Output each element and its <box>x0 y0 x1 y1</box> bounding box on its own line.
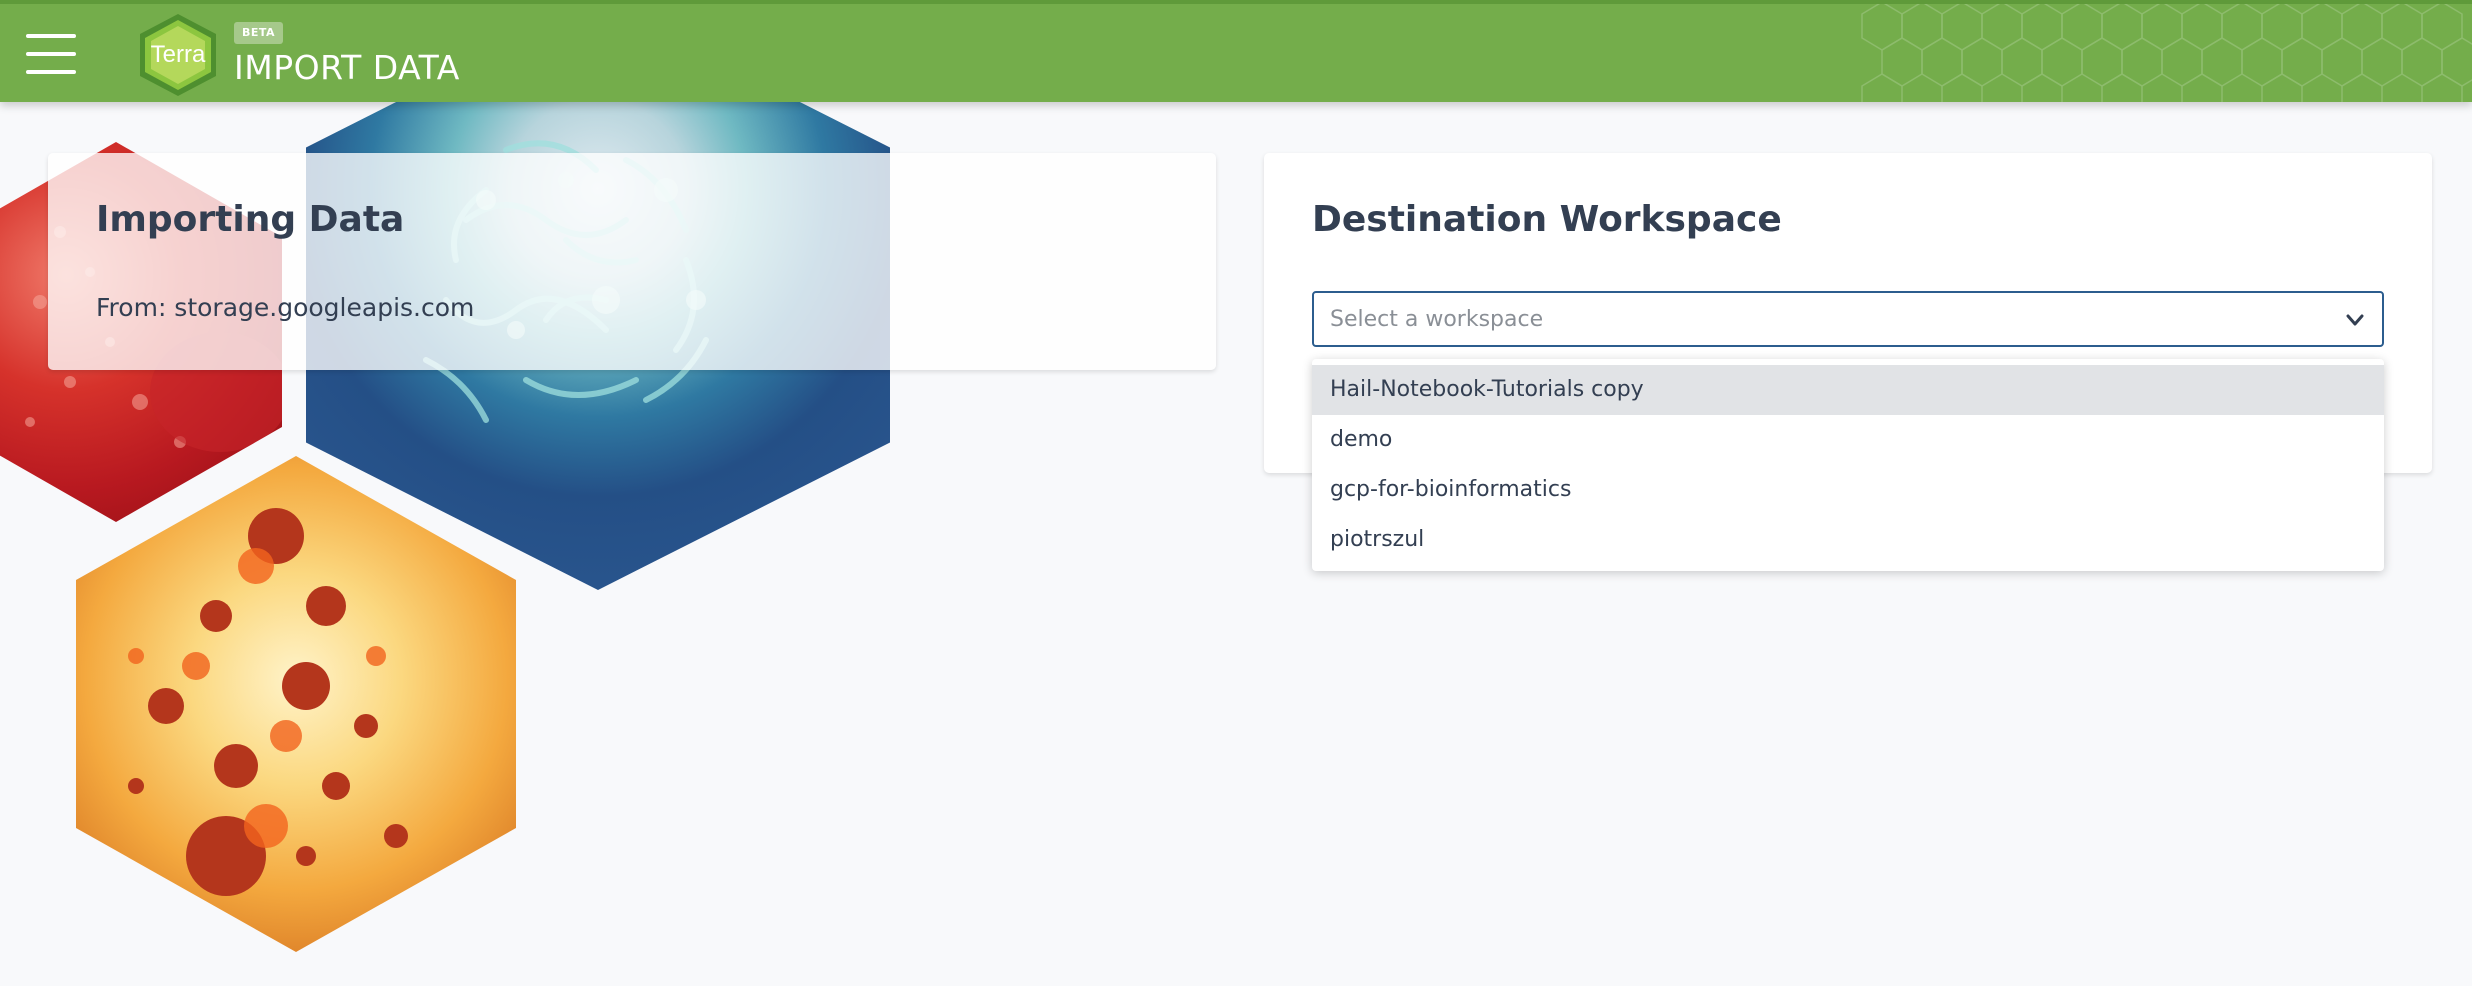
logo-text: Terra <box>150 41 206 68</box>
hex-pattern-decoration <box>1861 4 2472 102</box>
importing-data-card: Importing Data From: storage.googleapis.… <box>48 153 1216 370</box>
top-navigation-bar: Terra BETA IMPORT DATA <box>0 0 2472 102</box>
hamburger-icon-line <box>26 34 76 38</box>
import-source-text: From: storage.googleapis.com <box>96 293 475 322</box>
workspace-option[interactable]: Hail-Notebook-Tutorials copy <box>1312 365 2384 415</box>
hamburger-menu-button[interactable] <box>26 34 76 74</box>
hamburger-icon-line <box>26 52 76 56</box>
workspace-option[interactable]: demo <box>1312 415 2384 465</box>
destination-workspace-title: Destination Workspace <box>1312 199 1782 240</box>
terra-logo[interactable]: Terra <box>134 12 222 98</box>
page-title: IMPORT DATA <box>234 48 460 87</box>
importing-data-title: Importing Data <box>96 199 405 240</box>
workspace-select[interactable]: Select a workspace <box>1312 291 2384 347</box>
background-orange-cells-image <box>76 456 516 952</box>
workspace-option[interactable]: piotrszul <box>1312 515 2384 565</box>
workspace-option[interactable]: gcp-for-bioinformatics <box>1312 465 2384 515</box>
chevron-down-icon[interactable] <box>2342 307 2368 333</box>
workspace-dropdown-menu: Hail-Notebook-Tutorials copy demo gcp-fo… <box>1312 359 2384 571</box>
beta-badge: BETA <box>234 22 284 44</box>
hamburger-icon-line <box>26 70 76 74</box>
workspace-select-placeholder: Select a workspace <box>1330 307 1544 332</box>
